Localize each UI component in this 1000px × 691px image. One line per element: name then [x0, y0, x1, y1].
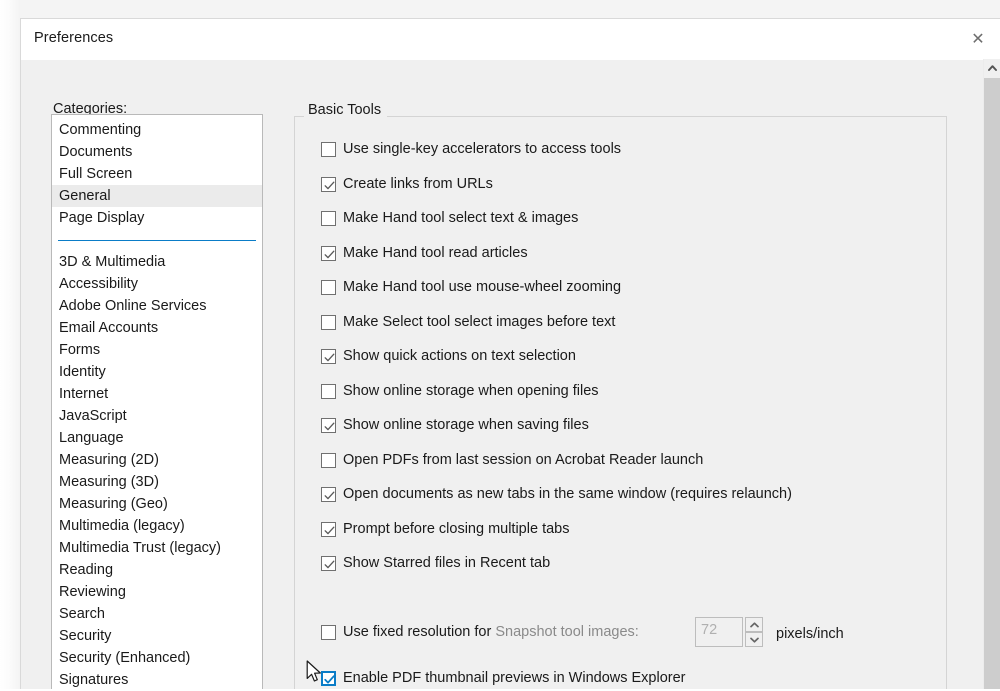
category-item-search[interactable]: Search — [52, 603, 262, 625]
checkbox-row-prompt-before-closing-multiple-tabs[interactable]: Prompt before closing multiple tabs — [321, 520, 569, 539]
category-item-measuring-geo[interactable]: Measuring (Geo) — [52, 493, 262, 515]
category-item-page-display[interactable]: Page Display — [52, 207, 262, 229]
category-item-documents[interactable]: Documents — [52, 141, 262, 163]
snapshot-tool-images-label: Snapshot tool images: — [495, 624, 638, 640]
scrollbar-up-button[interactable] — [984, 59, 1000, 76]
resolution-stepper-down[interactable] — [745, 632, 763, 647]
spinner-up-icon — [750, 622, 759, 628]
checkbox-label-make-hand-tool-select-text-images: Make Hand tool select text & images — [343, 209, 578, 228]
close-button[interactable]: ✕ — [955, 19, 1000, 59]
checkbox-label-create-links-from-urls: Create links from URLs — [343, 175, 493, 194]
checkbox-label-make-select-tool-select-images-before-text: Make Select tool select images before te… — [343, 313, 615, 332]
checkbox-row-show-quick-actions-on-text-selection[interactable]: Show quick actions on text selection — [321, 347, 576, 366]
preferences-dialog: Preferences ✕ Categories: CommentingDocu… — [20, 18, 1000, 689]
checkbox-label-show-online-storage-when-opening-files: Show online storage when opening files — [343, 382, 599, 401]
checkbox-row-use-single-key-accelerators-to-access-tools[interactable]: Use single-key accelerators to access to… — [321, 140, 621, 159]
checkbox-open-pdfs-from-last-session-on-acrobat-reader-la[interactable] — [321, 453, 336, 468]
checkbox-show-quick-actions-on-text-selection[interactable] — [321, 349, 336, 364]
checkbox-label-show-starred-files-in-recent-tab: Show Starred files in Recent tab — [343, 554, 550, 573]
category-item-internet[interactable]: Internet — [52, 383, 262, 405]
category-item-general[interactable]: General — [52, 185, 262, 207]
checkbox-row-make-hand-tool-select-text-images[interactable]: Make Hand tool select text & images — [321, 209, 578, 228]
category-item-accessibility[interactable]: Accessibility — [52, 273, 262, 295]
checkbox-label-show-quick-actions-on-text-selection: Show quick actions on text selection — [343, 347, 576, 366]
category-item-full-screen[interactable]: Full Screen — [52, 163, 262, 185]
dialog-title: Preferences — [34, 30, 113, 46]
category-item-forms[interactable]: Forms — [52, 339, 262, 361]
checkbox-label-prompt-before-closing-multiple-tabs: Prompt before closing multiple tabs — [343, 520, 569, 539]
resolution-value-field[interactable]: 72 — [695, 617, 743, 647]
category-item-measuring-3d[interactable]: Measuring (3D) — [52, 471, 262, 493]
checkbox-use-single-key-accelerators-to-access-tools[interactable] — [321, 142, 336, 157]
category-item-signatures[interactable]: Signatures — [52, 669, 262, 689]
category-item-reviewing[interactable]: Reviewing — [52, 581, 262, 603]
checkbox-make-hand-tool-select-text-images[interactable] — [321, 211, 336, 226]
checkbox-row-make-hand-tool-use-mouse-wheel-zooming[interactable]: Make Hand tool use mouse-wheel zooming — [321, 278, 621, 297]
vertical-scrollbar[interactable] — [983, 59, 1000, 689]
pdf-thumbnail-previews-checkbox[interactable] — [321, 671, 336, 686]
checkbox-label-open-documents-as-new-tabs-in-the-same-window-re: Open documents as new tabs in the same w… — [343, 485, 792, 504]
checkbox-row-make-select-tool-select-images-before-text[interactable]: Make Select tool select images before te… — [321, 313, 615, 332]
checkbox-prompt-before-closing-multiple-tabs[interactable] — [321, 522, 336, 537]
dialog-titlebar: Preferences ✕ — [21, 19, 1000, 60]
basic-tools-groupbox — [294, 116, 947, 689]
checkbox-label-make-hand-tool-read-articles: Make Hand tool read articles — [343, 244, 528, 263]
scrollbar-thumb[interactable] — [984, 78, 1000, 689]
pdf-thumbnail-previews-checkbox-row[interactable]: Enable PDF thumbnail previews in Windows… — [321, 669, 686, 688]
checkbox-label-open-pdfs-from-last-session-on-acrobat-reader-la: Open PDFs from last session on Acrobat R… — [343, 451, 703, 470]
checkbox-label-make-hand-tool-use-mouse-wheel-zooming: Make Hand tool use mouse-wheel zooming — [343, 278, 621, 297]
checkbox-row-create-links-from-urls[interactable]: Create links from URLs — [321, 175, 493, 194]
checkbox-create-links-from-urls[interactable] — [321, 177, 336, 192]
checkbox-row-make-hand-tool-read-articles[interactable]: Make Hand tool read articles — [321, 244, 528, 263]
resolution-value: 72 — [701, 622, 717, 638]
category-item-language[interactable]: Language — [52, 427, 262, 449]
checkbox-show-starred-files-in-recent-tab[interactable] — [321, 556, 336, 571]
checkbox-row-show-online-storage-when-saving-files[interactable]: Show online storage when saving files — [321, 416, 589, 435]
checkbox-row-show-online-storage-when-opening-files[interactable]: Show online storage when opening files — [321, 382, 599, 401]
category-item-adobe-online-services[interactable]: Adobe Online Services — [52, 295, 262, 317]
checkbox-row-show-starred-files-in-recent-tab[interactable]: Show Starred files in Recent tab — [321, 554, 550, 573]
fixed-resolution-label-enabled: Use fixed resolution for — [343, 624, 495, 640]
checkbox-make-hand-tool-use-mouse-wheel-zooming[interactable] — [321, 280, 336, 295]
category-item-security[interactable]: Security — [52, 625, 262, 647]
category-list[interactable]: CommentingDocumentsFull ScreenGeneralPag… — [51, 114, 263, 689]
category-item-security-enhanced[interactable]: Security (Enhanced) — [52, 647, 262, 669]
category-item-3d-multimedia[interactable]: 3D & Multimedia — [52, 251, 262, 273]
category-item-email-accounts[interactable]: Email Accounts — [52, 317, 262, 339]
category-item-reading[interactable]: Reading — [52, 559, 262, 581]
category-separator — [52, 229, 262, 251]
checkbox-show-online-storage-when-opening-files[interactable] — [321, 384, 336, 399]
category-item-commenting[interactable]: Commenting — [52, 119, 262, 141]
chevron-up-icon — [988, 65, 997, 71]
category-item-multimedia-trust-legacy[interactable]: Multimedia Trust (legacy) — [52, 537, 262, 559]
checkbox-row-open-documents-as-new-tabs-in-the-same-window-re[interactable]: Open documents as new tabs in the same w… — [321, 485, 792, 504]
checkbox-show-online-storage-when-saving-files[interactable] — [321, 418, 336, 433]
checkbox-make-select-tool-select-images-before-text[interactable] — [321, 315, 336, 330]
close-icon: ✕ — [971, 31, 984, 47]
checkbox-open-documents-as-new-tabs-in-the-same-window-re[interactable] — [321, 487, 336, 502]
checkbox-label-use-single-key-accelerators-to-access-tools: Use single-key accelerators to access to… — [343, 140, 621, 159]
fixed-resolution-label: Use fixed resolution for Snapshot tool i… — [343, 623, 639, 642]
resolution-units-label: pixels/inch — [776, 626, 844, 642]
category-item-javascript[interactable]: JavaScript — [52, 405, 262, 427]
fixed-resolution-checkbox-row[interactable]: Use fixed resolution for Snapshot tool i… — [321, 623, 639, 642]
checkbox-label-show-online-storage-when-saving-files: Show online storage when saving files — [343, 416, 589, 435]
checkbox-make-hand-tool-read-articles[interactable] — [321, 246, 336, 261]
category-item-identity[interactable]: Identity — [52, 361, 262, 383]
resolution-stepper-up[interactable] — [745, 617, 763, 632]
spinner-down-icon — [750, 637, 759, 643]
category-item-multimedia-legacy[interactable]: Multimedia (legacy) — [52, 515, 262, 537]
category-item-measuring-2d[interactable]: Measuring (2D) — [52, 449, 262, 471]
resolution-stepper[interactable] — [745, 617, 763, 647]
pdf-thumbnail-previews-label: Enable PDF thumbnail previews in Windows… — [343, 669, 686, 688]
checkbox-row-open-pdfs-from-last-session-on-acrobat-reader-la[interactable]: Open PDFs from last session on Acrobat R… — [321, 451, 703, 470]
fixed-resolution-checkbox[interactable] — [321, 625, 336, 640]
basic-tools-legend: Basic Tools — [304, 102, 385, 118]
